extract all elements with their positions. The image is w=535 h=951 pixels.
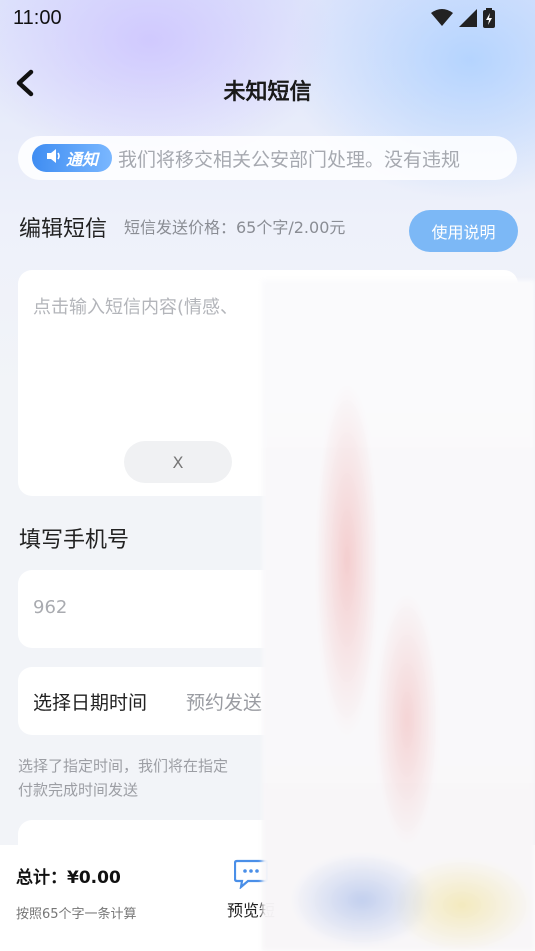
sms-content-input[interactable]: 点击输入短信内容(情感、 (33, 293, 238, 319)
speaker-icon (46, 148, 62, 168)
phone-input[interactable]: 962 (33, 597, 67, 618)
sms-price: 短信发送价格：65个字/2.00元 (124, 218, 346, 237)
date-time-label: 选择日期时间 (33, 692, 148, 714)
page-title: 未知短信 (223, 80, 312, 105)
edit-sms-title: 编辑短信 (19, 217, 108, 242)
signal-icon (459, 9, 477, 31)
navigation-bar: 未知短信 (0, 60, 535, 116)
total-price: 总计：¥0.00 (16, 868, 121, 888)
clear-button[interactable]: X (124, 441, 232, 483)
total-note: 按照65个字一条计算 (16, 907, 137, 922)
notice-badge: 通知 (32, 144, 112, 172)
blurred-overlay (262, 280, 535, 951)
status-icons (431, 8, 495, 32)
date-time-value[interactable]: 预约发送 (186, 688, 262, 715)
notice-badge-label: 通知 (65, 150, 98, 169)
help-button[interactable]: 使用说明 (409, 210, 518, 252)
battery-icon (483, 8, 495, 32)
notice-text: 我们将移交相关公安部门处理。没有违规 (118, 148, 461, 171)
wifi-icon (431, 9, 453, 31)
status-time: 11:00 (13, 7, 62, 29)
status-bar: 11:00 (0, 0, 535, 38)
phone-section-title: 填写手机号 (19, 528, 130, 553)
notice-banner[interactable]: 通知 我们将移交相关公安部门处理。没有违规 (18, 136, 517, 180)
